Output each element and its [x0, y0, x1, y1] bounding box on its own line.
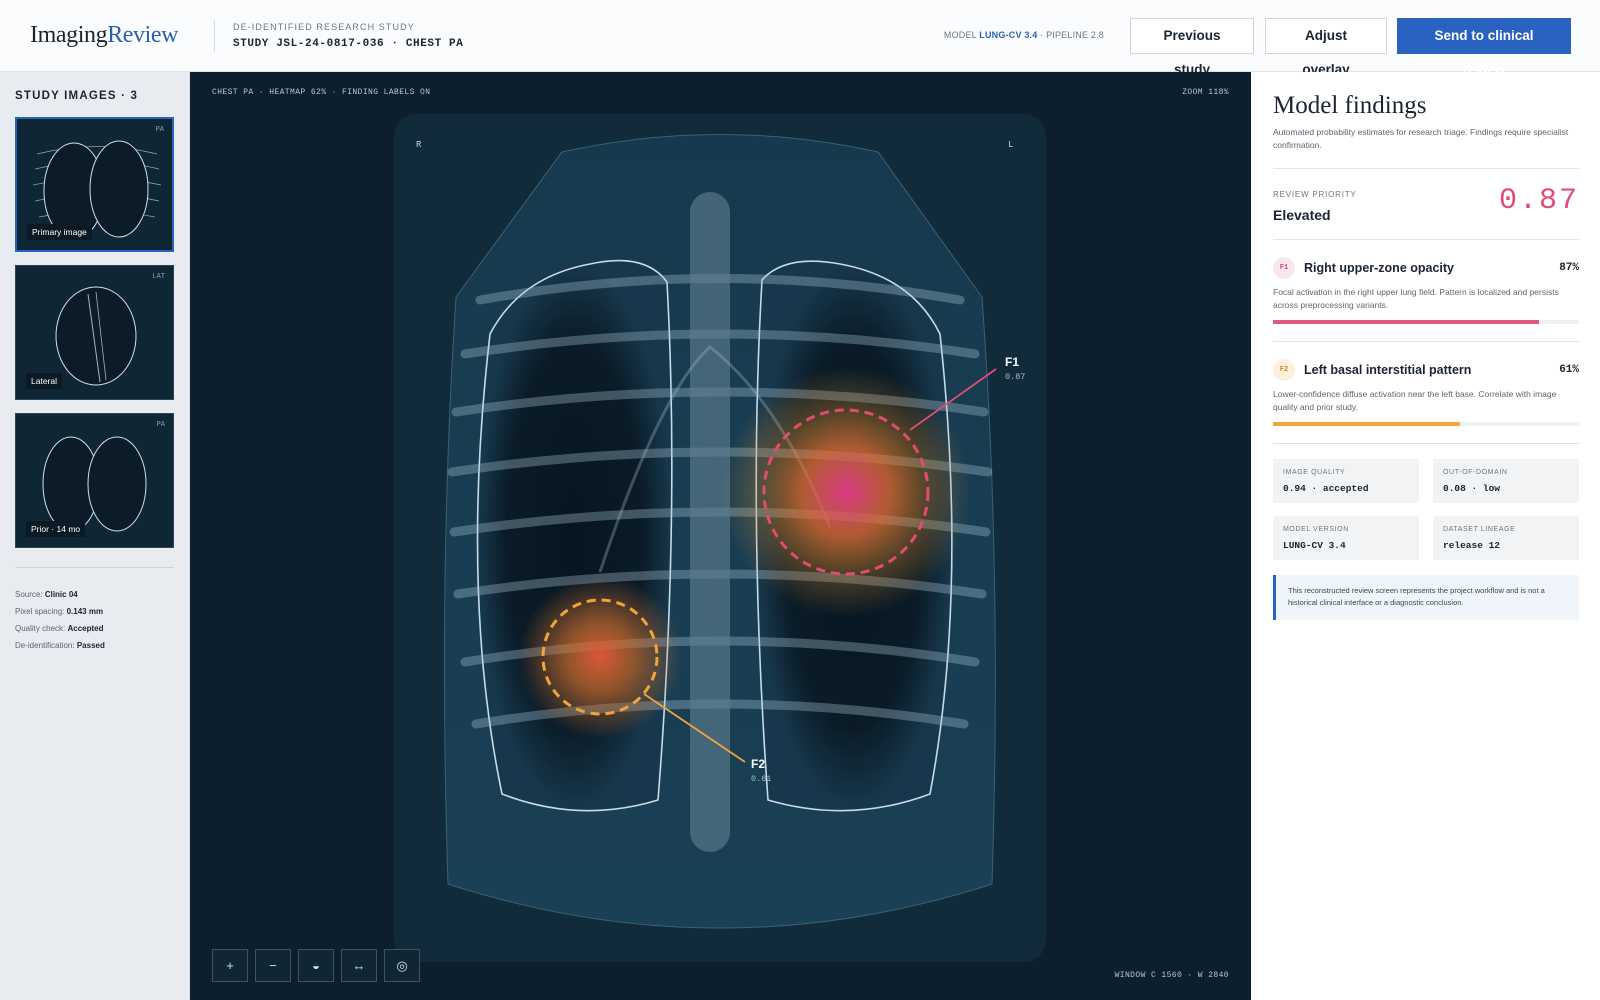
- spine: [690, 192, 730, 852]
- card-value: LUNG-CV 3.4: [1283, 540, 1346, 551]
- review-priority-value: Elevated: [1273, 207, 1331, 223]
- meta-quality-check: Quality check: Accepted: [15, 624, 104, 633]
- disclaimer-text: This reconstructed review screen represe…: [1288, 586, 1545, 607]
- study-title: STUDY JSL-24-0817-036 · CHEST PA: [233, 38, 464, 50]
- thumbnail-lateral[interactable]: LAT Lateral: [15, 265, 174, 400]
- panel-divider: [1273, 168, 1579, 169]
- header-divider: [214, 20, 215, 52]
- panel-title: Model findings: [1273, 92, 1427, 119]
- pipeline-version: · PIPELINE 2.8: [1040, 30, 1104, 40]
- finding-f1-score: 0.87: [1005, 372, 1026, 382]
- thumbnail-label: Lateral: [26, 373, 62, 389]
- panel-divider: [1273, 443, 1579, 444]
- meta-source: Source: Clinic 04: [15, 590, 78, 599]
- finding-f1-probability-bar: [1273, 320, 1579, 324]
- zoom-readout: ZOOM 118%: [1182, 88, 1229, 97]
- side-marker-right: R: [416, 140, 422, 150]
- finding-f2-badge: F2: [1273, 359, 1295, 381]
- previous-study-button[interactable]: Previous study: [1130, 18, 1254, 77]
- contrast-icon[interactable]: ◒: [298, 949, 334, 982]
- panel-divider: [1273, 239, 1579, 240]
- panel-description: Automated probability estimates for rese…: [1273, 127, 1569, 150]
- card-key: DATASET LINEAGE: [1443, 526, 1516, 533]
- thumbnail-view-tag: LAT: [152, 273, 165, 281]
- panel-divider: [1273, 341, 1579, 342]
- finding-f1-badge: F1: [1273, 257, 1295, 279]
- card-key: IMAGE QUALITY: [1283, 469, 1346, 476]
- chest-xray-image[interactable]: R L: [190, 72, 1251, 1000]
- out-of-domain-card: OUT-OF-DOMAIN 0.08 · low: [1433, 459, 1579, 503]
- finding-f1-description: Focal activation in the right upper lung…: [1273, 287, 1559, 310]
- model-info: MODEL LUNG-CV 3.4 · PIPELINE 2.8: [944, 30, 1104, 40]
- finding-f1-title[interactable]: Right upper-zone opacity: [1304, 261, 1454, 275]
- side-marker-left: L: [1008, 140, 1013, 150]
- image-viewer[interactable]: R L F1 0.87 F2 0.61 CHEST PA · HEATMAP 6…: [190, 72, 1251, 1000]
- model-version: LUNG-CV 3.4: [979, 30, 1038, 40]
- thumbnail-view-tag: PA: [155, 126, 164, 134]
- finding-f2-label[interactable]: F2: [751, 757, 765, 771]
- viewer-status: CHEST PA · HEATMAP 62% · FINDING LABELS …: [212, 88, 431, 97]
- zoom-out-icon[interactable]: −: [255, 949, 291, 982]
- finding-f2-score: 0.61: [751, 774, 772, 784]
- study-images-title: STUDY IMAGES · 3: [15, 90, 139, 102]
- heatmap-f1: [721, 367, 971, 617]
- meta-pixel-spacing: Pixel spacing: 0.143 mm: [15, 607, 104, 616]
- flip-horizontal-icon[interactable]: ↔: [341, 949, 377, 982]
- finding-f2-probability-bar: [1273, 422, 1579, 426]
- thumbnail-label: Prior · 14 mo: [26, 521, 86, 537]
- adjust-overlay-button[interactable]: Adjust overlay: [1265, 18, 1387, 77]
- model-version-card: MODEL VERSION LUNG-CV 3.4: [1273, 516, 1419, 560]
- card-key: MODEL VERSION: [1283, 526, 1349, 533]
- zoom-in-icon[interactable]: +: [212, 949, 248, 982]
- review-priority-kicker: REVIEW PRIORITY: [1273, 190, 1357, 199]
- card-value: 0.94 · accepted: [1283, 483, 1369, 494]
- study-images-sidebar: STUDY IMAGES · 3 PA Primary image LAT La…: [0, 72, 190, 1000]
- app-header: ImagingReview DE-IDENTIFIED RESEARCH STU…: [0, 0, 1600, 77]
- study-kicker: DE-IDENTIFIED RESEARCH STUDY: [233, 22, 415, 32]
- finding-f2-percent: 61%: [1559, 364, 1579, 376]
- model-findings-panel: Model findings Automated probability est…: [1251, 72, 1600, 1000]
- thumbnail-primary-image[interactable]: PA Primary image: [15, 117, 174, 252]
- target-icon[interactable]: ◎: [384, 949, 420, 982]
- app-logo[interactable]: ImagingReview: [30, 20, 179, 50]
- review-priority-score: 0.87: [1498, 184, 1579, 218]
- send-to-clinical-review-button[interactable]: Send to clinical review: [1397, 18, 1571, 77]
- thumbnail-label: Primary image: [27, 224, 92, 240]
- disclaimer-note: This reconstructed review screen represe…: [1273, 575, 1579, 620]
- thumbnail-view-tag: PA: [156, 421, 165, 429]
- finding-f2-description: Lower-confidence diffuse activation near…: [1273, 389, 1557, 412]
- dataset-lineage-card: DATASET LINEAGE release 12: [1433, 516, 1579, 560]
- meta-de-identification: De-identification: Passed: [15, 641, 105, 650]
- finding-f1-percent: 87%: [1559, 262, 1579, 274]
- finding-f2-title[interactable]: Left basal interstitial pattern: [1304, 363, 1471, 377]
- card-value: release 12: [1443, 540, 1501, 551]
- window-level-readout: WINDOW C 1560 · W 2840: [1114, 971, 1229, 980]
- thumbnail-prior[interactable]: PA Prior · 14 mo: [15, 413, 174, 548]
- finding-f1-probability-fill: [1273, 320, 1540, 324]
- logo-main: Imaging: [30, 22, 108, 48]
- finding-f2-probability-fill: [1273, 422, 1460, 426]
- sidebar-divider: [15, 567, 174, 568]
- card-key: OUT-OF-DOMAIN: [1443, 469, 1508, 476]
- model-prefix: MODEL: [943, 30, 977, 40]
- image-quality-card: IMAGE QUALITY 0.94 · accepted: [1273, 459, 1419, 503]
- finding-f1-label[interactable]: F1: [1005, 355, 1019, 369]
- logo-accent: Review: [107, 22, 179, 48]
- card-value: 0.08 · low: [1443, 483, 1501, 494]
